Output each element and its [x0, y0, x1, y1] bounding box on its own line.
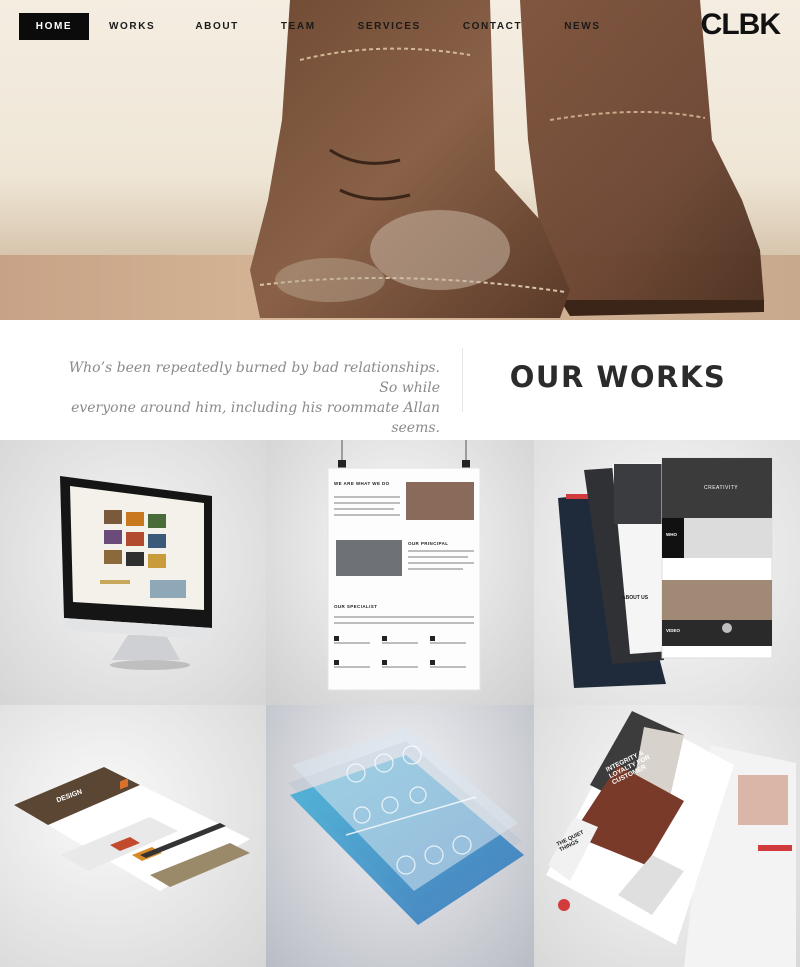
- mobile-label-who: WHO: [666, 532, 677, 537]
- intro-quote-line-1: Who’s been repeatedly burned by bad rela…: [68, 360, 440, 396]
- poster-heading-1: WE ARE WHAT WE DO: [334, 481, 390, 486]
- section-title: OUR WORKS: [509, 360, 727, 394]
- tilted-website-mockup-image: [14, 767, 250, 891]
- poster-heading-2: OUR PRINCIPAL: [408, 541, 449, 546]
- main-nav: HOME WORKS ABOUT TEAM SERVICES CONTACT N…: [19, 13, 601, 40]
- brand-logo[interactable]: CLBK: [701, 8, 781, 42]
- nav-news[interactable]: NEWS: [564, 13, 600, 40]
- work-item-app-ui[interactable]: [266, 705, 534, 967]
- mobile-pages-mockup-image: [558, 457, 773, 688]
- mobile-label-video: VIDEO: [666, 628, 681, 633]
- nav-works[interactable]: WORKS: [109, 13, 155, 40]
- mobile-label-about: ABOUT US: [622, 595, 649, 601]
- nav-about[interactable]: ABOUT: [195, 13, 239, 40]
- work-item-magazine-site[interactable]: INTEGRITY & LOYALTY FOR CUSTOMER THE QUI…: [534, 705, 800, 967]
- work-item-mobile-pages[interactable]: ABOUT US CREATIVITY WHO VIDEO: [534, 440, 800, 705]
- poster-heading-3: OUR SPECIALIST: [334, 604, 378, 609]
- work-item-poster[interactable]: WE ARE WHAT WE DO OUR PRINCIPAL OUR SPEC…: [266, 440, 534, 705]
- works-grid: WE ARE WHAT WE DO OUR PRINCIPAL OUR SPEC…: [0, 440, 800, 967]
- works-intro: Who’s been repeatedly burned by bad rela…: [0, 320, 800, 440]
- hero-banner: HOME WORKS ABOUT TEAM SERVICES CONTACT N…: [0, 0, 800, 320]
- poster-mockup-image: [327, 440, 481, 691]
- nav-contact[interactable]: CONTACT: [463, 13, 522, 40]
- app-ui-mockup-image: [288, 727, 524, 925]
- mobile-label-creativity: CREATIVITY: [704, 485, 739, 491]
- nav-home[interactable]: HOME: [19, 13, 89, 40]
- desktop-mockup-image: [60, 476, 212, 670]
- nav-services[interactable]: SERVICES: [358, 13, 421, 40]
- intro-quote: Who’s been repeatedly burned by bad rela…: [60, 358, 440, 438]
- work-item-desktop[interactable]: [0, 440, 266, 705]
- boots-photo: [250, 0, 764, 318]
- work-item-tilted-website[interactable]: DESIGN: [0, 705, 266, 967]
- intro-quote-line-2: everyone around him, including his roomm…: [71, 400, 440, 436]
- nav-team[interactable]: TEAM: [281, 13, 316, 40]
